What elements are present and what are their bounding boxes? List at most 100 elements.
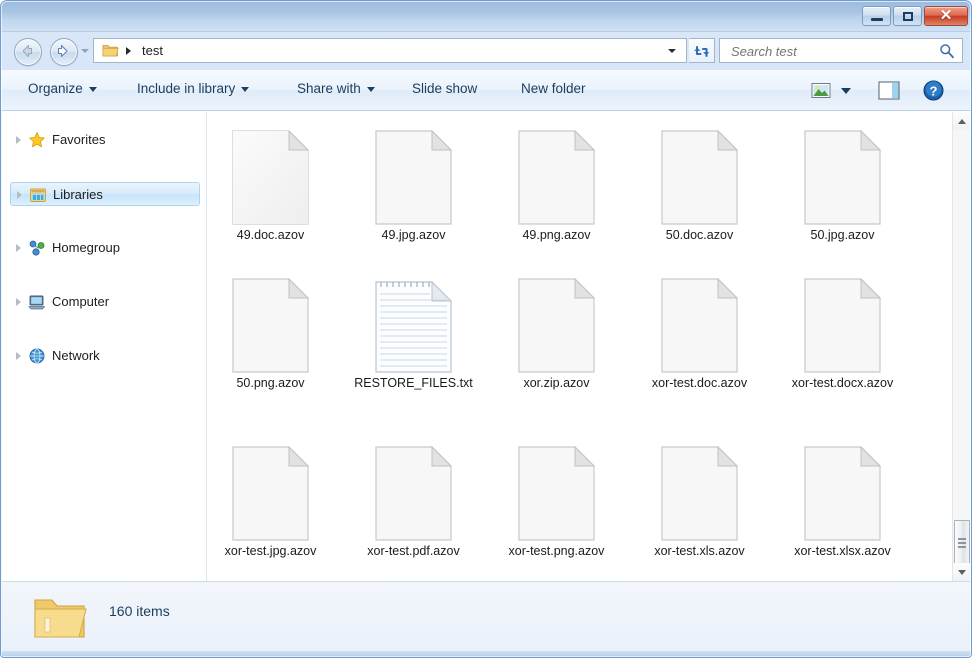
new-folder-button[interactable]: New folder	[521, 81, 586, 96]
file-item[interactable]: 50.jpg.azov	[779, 126, 906, 243]
blank-file-icon	[374, 130, 452, 225]
refresh-button[interactable]	[689, 38, 715, 63]
grip-line	[958, 546, 966, 548]
sidebar-item-label: Network	[52, 348, 100, 363]
blank-file-icon	[374, 446, 452, 541]
file-name-label: xor-test.doc.azov	[651, 376, 748, 390]
star-icon	[29, 132, 45, 148]
grip-line	[958, 538, 966, 540]
file-item[interactable]: xor-test.pdf.azov	[350, 442, 477, 559]
expander-icon[interactable]	[16, 244, 21, 252]
blank-file-icon	[803, 446, 881, 541]
file-item[interactable]: xor-test.jpg.azov	[207, 442, 334, 559]
view-options-dropdown-icon[interactable]	[841, 88, 851, 94]
blank-file-icon	[803, 278, 881, 373]
file-icon-wrap	[779, 274, 906, 376]
sidebar-item-network[interactable]: Network	[10, 344, 200, 368]
sidebar-item-libraries[interactable]: Libraries	[10, 182, 200, 206]
sidebar-item-computer[interactable]: Computer	[10, 290, 200, 314]
organize-button[interactable]: Organize	[28, 81, 97, 96]
blank-file-icon	[517, 446, 595, 541]
file-item[interactable]: xor.zip.azov	[493, 274, 620, 391]
file-icon-wrap	[207, 442, 334, 544]
sidebar-item-label: Computer	[52, 294, 110, 309]
search-icon[interactable]	[939, 43, 955, 59]
file-item[interactable]: 49.doc.azov	[207, 126, 334, 243]
file-name-label: xor-test.jpg.azov	[224, 544, 317, 558]
maximize-button[interactable]	[893, 6, 922, 26]
file-icon-wrap	[350, 442, 477, 544]
file-item[interactable]: xor-test.docx.azov	[779, 274, 906, 391]
blank-file-icon	[660, 446, 738, 541]
include-in-library-button[interactable]: Include in library	[137, 81, 250, 96]
status-bar: 160 items	[2, 581, 971, 652]
file-name-label: 50.jpg.azov	[810, 228, 875, 242]
file-item[interactable]: 50.png.azov	[207, 274, 334, 391]
expander-icon[interactable]	[17, 191, 22, 199]
file-icon-wrap	[636, 126, 763, 228]
file-icon-wrap	[779, 442, 906, 544]
file-icon-wrap	[493, 126, 620, 228]
file-list-view[interactable]: 49.doc.azov 49.jpg.azov 49.png.azov 50.d…	[207, 112, 952, 581]
sidebar-item-label: Homegroup	[52, 240, 120, 255]
file-item[interactable]: xor-test.png.azov	[493, 442, 620, 559]
slide-show-button[interactable]: Slide show	[412, 81, 477, 96]
file-icon-wrap	[350, 126, 477, 228]
file-icon-wrap	[779, 126, 906, 228]
search-box[interactable]	[719, 38, 963, 64]
breadcrumb-separator-icon	[126, 47, 131, 55]
file-item[interactable]: RESTORE_FILES.txt	[350, 274, 477, 391]
forward-arrow-icon	[57, 44, 68, 58]
share-with-button[interactable]: Share with	[297, 81, 375, 96]
scroll-up-arrow-icon	[958, 119, 966, 124]
sidebar-item-favorites[interactable]: Favorites	[10, 128, 200, 152]
file-name-label: 50.png.azov	[236, 376, 305, 390]
navigation-pane: Favorites Libraries Homegroup Computer N…	[2, 112, 207, 581]
blank-file-icon	[231, 130, 309, 225]
change-view-icon[interactable]	[811, 82, 831, 99]
file-name-label: xor-test.docx.azov	[791, 376, 894, 390]
file-name-label: 49.png.azov	[522, 228, 591, 242]
organize-label: Organize	[28, 81, 83, 96]
window-bottom-edge	[1, 651, 971, 657]
include-in-library-label: Include in library	[137, 81, 236, 96]
file-item[interactable]: xor-test.xls.azov	[636, 442, 763, 559]
blank-file-icon	[660, 130, 738, 225]
scrollbar-thumb[interactable]	[954, 520, 970, 565]
file-item[interactable]: 49.jpg.azov	[350, 126, 477, 243]
sidebar-item-homegroup[interactable]: Homegroup	[10, 236, 200, 260]
item-count-label: 160 items	[109, 603, 170, 619]
refresh-icon	[694, 46, 710, 57]
sidebar-item-label: Libraries	[53, 187, 103, 202]
recent-pages-dropdown[interactable]	[81, 49, 89, 53]
file-icon-wrap	[493, 442, 620, 544]
minimize-button[interactable]	[862, 6, 891, 26]
blank-file-icon	[231, 278, 309, 373]
help-icon[interactable]: ?	[923, 80, 944, 101]
file-name-label: xor-test.png.azov	[508, 544, 605, 558]
file-item[interactable]: 50.doc.azov	[636, 126, 763, 243]
vertical-scrollbar[interactable]	[952, 112, 971, 581]
address-dropdown-icon[interactable]	[668, 49, 676, 53]
expander-icon[interactable]	[16, 352, 21, 360]
expander-icon[interactable]	[16, 136, 21, 144]
explorer-window: ✕ test Search test Organize Include in l…	[0, 0, 972, 658]
close-button[interactable]: ✕	[924, 6, 968, 26]
preview-pane-icon[interactable]	[878, 81, 900, 100]
breadcrumb-path[interactable]: test	[142, 42, 163, 60]
forward-button[interactable]	[50, 38, 78, 66]
address-bar[interactable]: test	[93, 38, 687, 63]
file-name-label: 49.jpg.azov	[381, 228, 446, 242]
file-item[interactable]: xor-test.doc.azov	[636, 274, 763, 391]
file-item[interactable]: 49.png.azov	[493, 126, 620, 243]
svg-text:?: ?	[930, 84, 938, 99]
grip-line	[958, 542, 966, 544]
file-item[interactable]: xor-test.xlsx.azov	[779, 442, 906, 559]
expander-icon[interactable]	[16, 298, 21, 306]
search-input[interactable]	[729, 39, 933, 64]
file-icon-wrap	[207, 126, 334, 228]
scroll-up-button[interactable]	[953, 112, 971, 130]
scroll-down-button[interactable]	[953, 563, 971, 581]
folder-icon	[102, 45, 119, 57]
back-button[interactable]	[14, 38, 42, 66]
